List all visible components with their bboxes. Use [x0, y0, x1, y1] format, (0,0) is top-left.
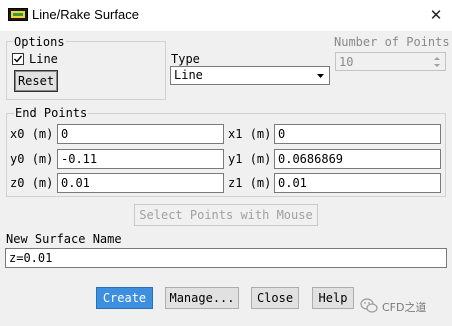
close-button[interactable]: Close: [251, 287, 299, 309]
z0-input[interactable]: 0.01: [57, 173, 224, 193]
watermark-text: CFD之道: [382, 301, 427, 314]
y1-label: y1 (m): [228, 152, 272, 166]
x1-input[interactable]: 0: [274, 124, 441, 144]
line-checkbox[interactable]: [12, 53, 24, 65]
help-button[interactable]: Help: [312, 287, 354, 309]
y0-label: y0 (m): [10, 152, 54, 166]
y0-input[interactable]: -0.11: [57, 149, 224, 169]
select-points-button[interactable]: Select Points with Mouse: [134, 204, 318, 226]
num-points-spinner[interactable]: [430, 54, 444, 70]
z0-label: z0 (m): [10, 176, 54, 190]
wechat-icon: [360, 298, 378, 314]
x1-label: x1 (m): [228, 127, 272, 141]
x1-unit: (m): [249, 127, 272, 141]
y1-input[interactable]: 0.0686869: [274, 149, 441, 169]
app-icon: [8, 8, 28, 21]
y1-unit: (m): [249, 152, 272, 166]
type-select[interactable]: Line: [170, 66, 330, 85]
window-title: Line/Rake Surface: [32, 7, 139, 22]
chevron-down-icon: [313, 68, 328, 83]
num-points-label: Number of Points: [334, 35, 450, 49]
z0-unit: (m): [31, 176, 54, 190]
type-label: Type: [171, 52, 200, 66]
close-icon[interactable]: ✕: [424, 4, 448, 26]
surface-name-input[interactable]: z=0.01: [5, 248, 447, 268]
surface-name-label: New Surface Name: [6, 232, 122, 246]
num-points-input[interactable]: 10: [335, 52, 446, 71]
manage-button[interactable]: Manage...: [165, 287, 239, 309]
z1-unit: (m): [249, 176, 272, 190]
y0-unit: (m): [31, 152, 54, 166]
x0-unit: (m): [31, 127, 54, 141]
z1-input[interactable]: 0.01: [274, 173, 441, 193]
x0-label: x0 (m): [10, 127, 54, 141]
reset-button[interactable]: Reset: [14, 70, 58, 92]
type-select-value: Line: [174, 68, 203, 82]
create-button[interactable]: Create: [96, 287, 153, 309]
x0-input[interactable]: 0: [57, 124, 224, 144]
endpoints-group-label: End Points: [14, 106, 89, 120]
line-checkbox-label: Line: [29, 52, 58, 66]
z1-label: z1 (m): [228, 176, 272, 190]
options-group-label: Options: [13, 35, 66, 49]
num-points-value: 10: [339, 55, 354, 69]
